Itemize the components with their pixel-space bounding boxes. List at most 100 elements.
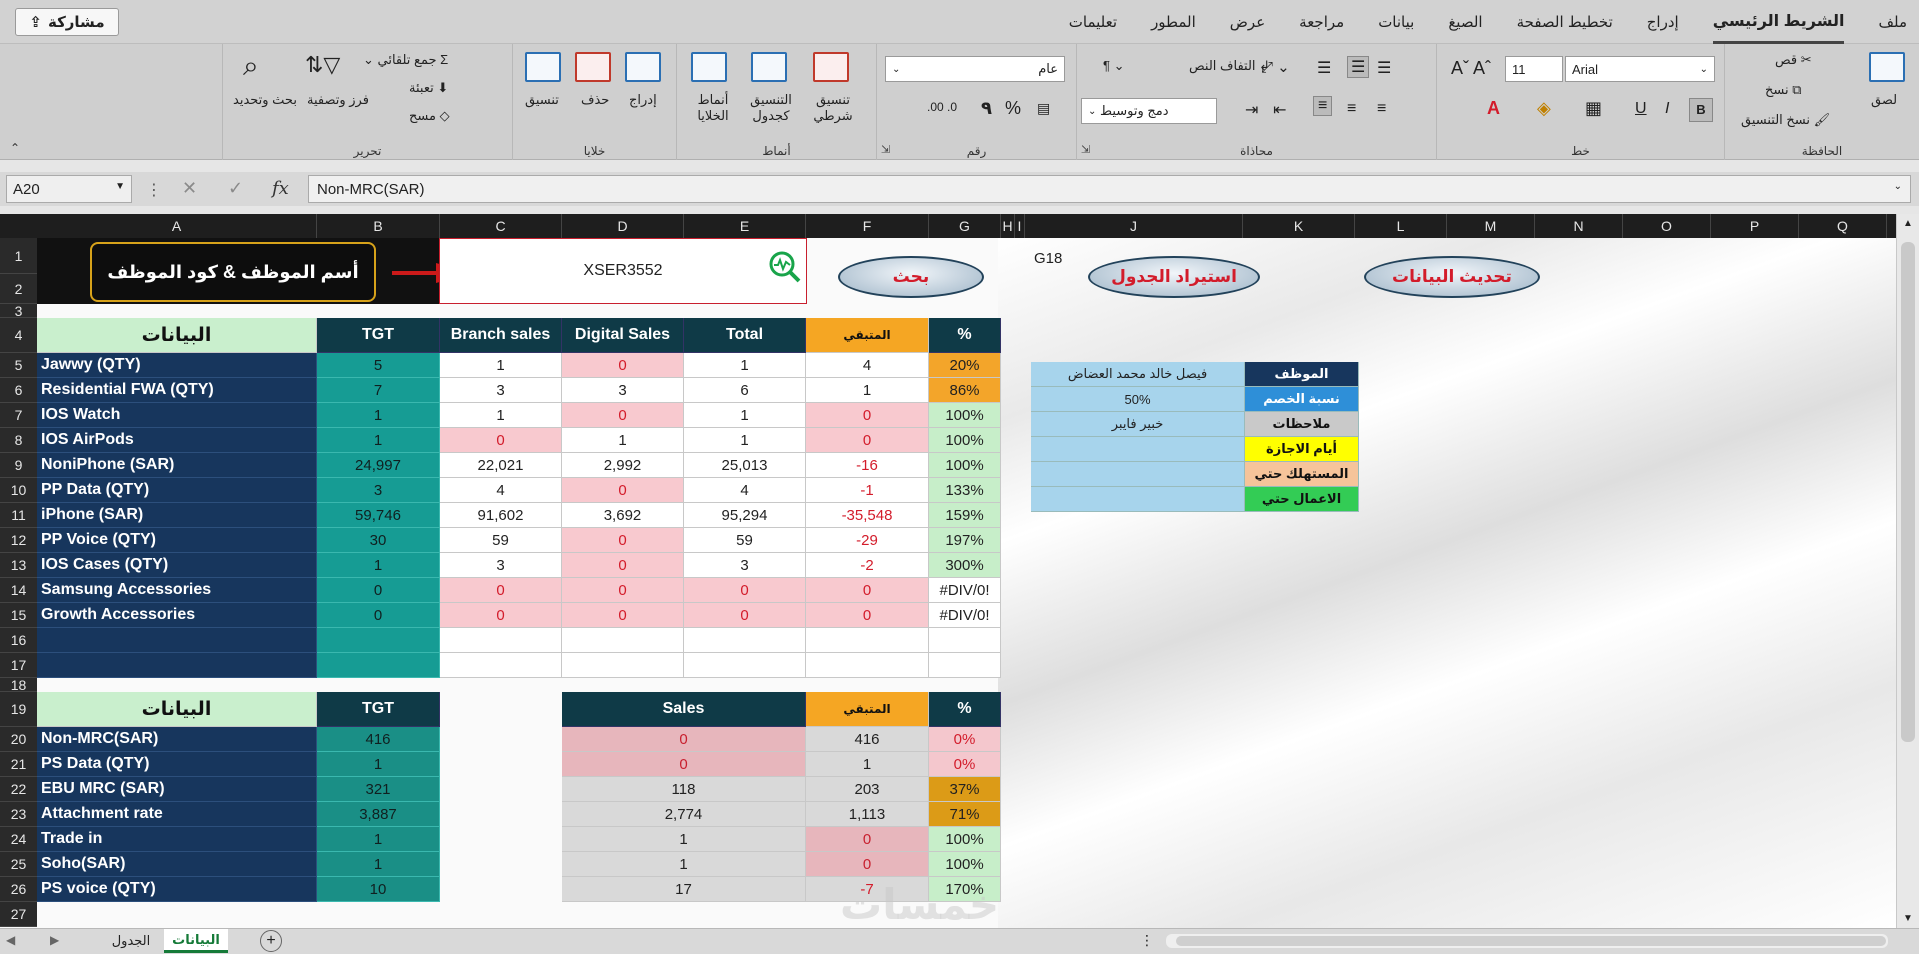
row-header[interactable]: 11	[0, 503, 37, 528]
table1-cell-remaining[interactable]	[806, 628, 929, 653]
table2-cell-remaining[interactable]: 0	[806, 852, 929, 877]
align-top-icon[interactable]: ☰	[1377, 58, 1391, 78]
ribbon-tab[interactable]: الصيغ	[1448, 0, 1482, 44]
table1-cell-pct[interactable]: 100%	[929, 428, 1001, 453]
table1-cell-total[interactable]: 1	[684, 353, 806, 378]
conditional-format-icon[interactable]	[813, 52, 849, 82]
table1-cell-tgt[interactable]	[317, 628, 440, 653]
row-header[interactable]: 4	[0, 318, 37, 353]
table2-cell-remaining[interactable]: 0	[806, 827, 929, 852]
table1-cell-branch[interactable]: 3	[440, 553, 562, 578]
underline-button[interactable]: U	[1635, 100, 1647, 118]
table1-cell-branch[interactable]: 0	[440, 603, 562, 628]
table1-cell-pct[interactable]: 100%	[929, 403, 1001, 428]
table1-cell-digital[interactable]: 0	[562, 603, 684, 628]
insert-cells-button[interactable]: إدراج	[629, 92, 657, 108]
table1-cell-pct[interactable]	[929, 628, 1001, 653]
table1-cell-remaining[interactable]: -2	[806, 553, 929, 578]
find-select-button[interactable]: بحث وتحديد	[233, 92, 297, 108]
table2-cell-sales[interactable]: 17	[562, 877, 806, 902]
row-header[interactable]: 7	[0, 403, 37, 428]
font-size-select[interactable]: 11	[1505, 56, 1563, 82]
enter-icon[interactable]: ✓	[228, 178, 243, 199]
info-value[interactable]	[1031, 487, 1245, 512]
table2-cell-sales[interactable]: 118	[562, 777, 806, 802]
align-right-icon[interactable]: ≡	[1377, 100, 1386, 118]
ribbon-tab[interactable]: مراجعة	[1299, 0, 1344, 44]
insert-cells-icon[interactable]	[625, 52, 661, 82]
row-header[interactable]: 18	[0, 677, 37, 693]
table1-cell-label[interactable]: Jawwy (QTY)	[37, 353, 317, 378]
cut-button[interactable]: قص ✂	[1775, 52, 1812, 68]
accounting-icon[interactable]: ▤	[1037, 100, 1050, 117]
delete-cells-button[interactable]: حذف	[581, 92, 609, 108]
column-header[interactable]: C	[440, 214, 562, 238]
table1-cell-branch[interactable]: 91,602	[440, 503, 562, 528]
row-header[interactable]: 19	[0, 692, 37, 727]
bold-button[interactable]: B	[1689, 98, 1713, 122]
alignment-launcher-icon[interactable]: ⇲	[1081, 143, 1090, 156]
info-value[interactable]	[1031, 462, 1245, 487]
wrap-text-button[interactable]: التفاف النص ↲	[1189, 58, 1270, 74]
insert-function-icon[interactable]: fx	[272, 178, 289, 199]
table1-cell-tgt[interactable]: 7	[317, 378, 440, 403]
row-header[interactable]: 22	[0, 777, 37, 802]
table1-cell-tgt[interactable]	[317, 653, 440, 678]
ribbon-tab[interactable]: ملف	[1878, 0, 1907, 44]
table1-cell-tgt[interactable]: 3	[317, 478, 440, 503]
sheet-tab-table[interactable]: الجدول	[100, 929, 162, 953]
search-icon[interactable]	[768, 250, 802, 284]
table1-header[interactable]: Digital Sales	[562, 318, 684, 353]
table1-cell-tgt[interactable]: 24,997	[317, 453, 440, 478]
table1-cell-label[interactable]: Growth Accessories	[37, 603, 317, 628]
table1-cell-digital[interactable]	[562, 653, 684, 678]
table1-cell-tgt[interactable]: 1	[317, 403, 440, 428]
table1-cell-label[interactable]: Samsung Accessories	[37, 578, 317, 603]
clear-button[interactable]: مسح ◇	[409, 108, 450, 124]
table1-cell-label[interactable]: IOS AirPods	[37, 428, 317, 453]
italic-button[interactable]: I	[1665, 100, 1669, 118]
rtl-icon[interactable]: ¶ ⌄	[1103, 58, 1125, 74]
table1-cell-tgt[interactable]: 0	[317, 578, 440, 603]
table1-cell-branch[interactable]: 0	[440, 428, 562, 453]
paste-button[interactable]: لصق	[1871, 92, 1897, 108]
column-header[interactable]: K	[1243, 214, 1355, 238]
horizontal-scrollbar[interactable]	[1166, 934, 1888, 948]
table2-cell-label[interactable]: Non-MRC(SAR)	[37, 727, 317, 752]
ribbon-tab[interactable]: بيانات	[1378, 0, 1414, 44]
table2-cell-sales[interactable]: 0	[562, 752, 806, 777]
column-header[interactable]: D	[562, 214, 684, 238]
table1-cell-digital[interactable]: 3	[562, 378, 684, 403]
table2-cell-label[interactable]: PS Data (QTY)	[37, 752, 317, 777]
table1-cell-total[interactable]: 0	[684, 578, 806, 603]
table2-cell-tgt[interactable]: 1	[317, 752, 440, 777]
table1-cell-digital[interactable]: 0	[562, 403, 684, 428]
autosum-button[interactable]: ⌄ جمع تلقائي Σ	[363, 52, 448, 68]
ribbon-tab[interactable]: تعليمات	[1069, 0, 1117, 44]
table2-cell-label[interactable]: Attachment rate	[37, 802, 317, 827]
cancel-icon[interactable]: ✕	[182, 178, 197, 199]
table1-cell-remaining[interactable]: 0	[806, 403, 929, 428]
table1-cell-digital[interactable]: 0	[562, 578, 684, 603]
info-value[interactable]: 50%	[1031, 387, 1245, 412]
table2-header[interactable]: TGT	[317, 692, 440, 727]
table1-cell-total[interactable]	[684, 628, 806, 653]
table1-cell-branch[interactable]: 3	[440, 378, 562, 403]
row-header[interactable]: 1	[0, 238, 37, 274]
column-header[interactable]: N	[1535, 214, 1623, 238]
table2-cell-tgt[interactable]: 1	[317, 827, 440, 852]
format-painter-button[interactable]: نسخ التنسيق 🖌	[1741, 112, 1830, 128]
table1-cell-label[interactable]: PP Voice (QTY)	[37, 528, 317, 553]
sort-filter-icon[interactable]: ⇅▽	[305, 52, 340, 78]
table1-cell-label[interactable]: iPhone (SAR)	[37, 503, 317, 528]
table2-cell-remaining[interactable]: 1	[806, 752, 929, 777]
row-header[interactable]: 27	[0, 902, 37, 927]
sheet-nav-right-icon[interactable]: ▶	[50, 933, 59, 947]
align-left-icon[interactable]: ≡	[1313, 96, 1333, 116]
column-header[interactable]: G	[929, 214, 1001, 238]
collapse-ribbon-icon[interactable]: ⌃	[10, 141, 20, 155]
horizontal-scroll-thumb[interactable]	[1176, 936, 1886, 946]
table1-cell-remaining[interactable]: -35,548	[806, 503, 929, 528]
align-bottom-icon[interactable]: ☰	[1317, 58, 1331, 78]
table1-cell-tgt[interactable]: 1	[317, 553, 440, 578]
